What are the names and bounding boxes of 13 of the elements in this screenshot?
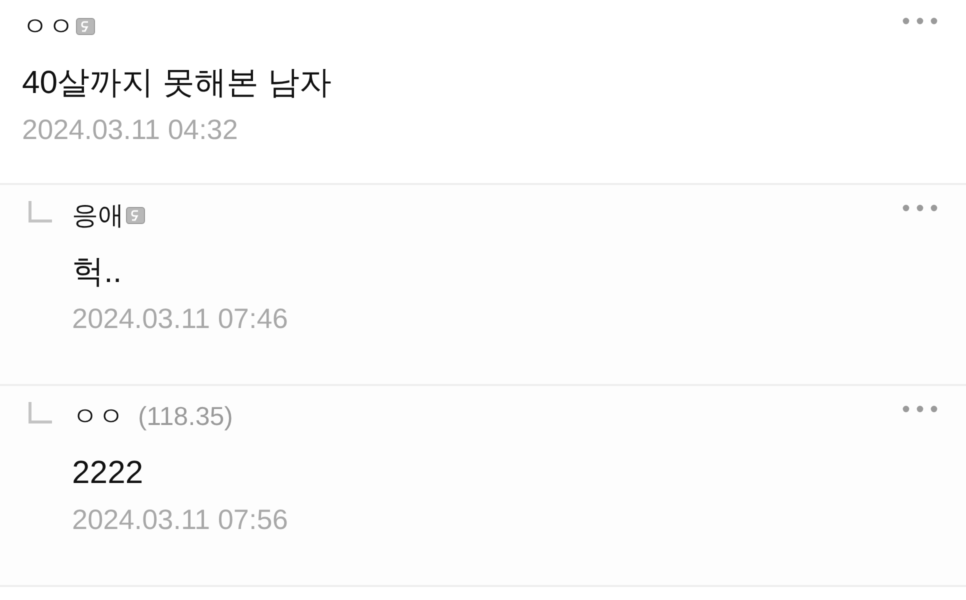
comment-text: 2222 bbox=[72, 453, 144, 492]
more-icon bbox=[902, 405, 938, 413]
author-name[interactable]: ㅇㅇ bbox=[22, 6, 74, 46]
ip-address: (118.35) bbox=[138, 400, 233, 432]
comment-date: 2024.03.11 07:56 bbox=[72, 503, 289, 537]
comment-date: 2024.03.11 07:46 bbox=[72, 302, 289, 336]
comment-text: 40살까지 못해본 남자 bbox=[22, 63, 332, 102]
comment-date: 2024.03.11 04:32 bbox=[22, 113, 239, 147]
author-name[interactable]: 응애 bbox=[72, 196, 124, 234]
author-name[interactable]: ㅇㅇ bbox=[72, 396, 124, 436]
comment-text: 헉.. bbox=[72, 252, 123, 291]
more-icon bbox=[902, 17, 938, 25]
more-icon bbox=[902, 204, 938, 212]
